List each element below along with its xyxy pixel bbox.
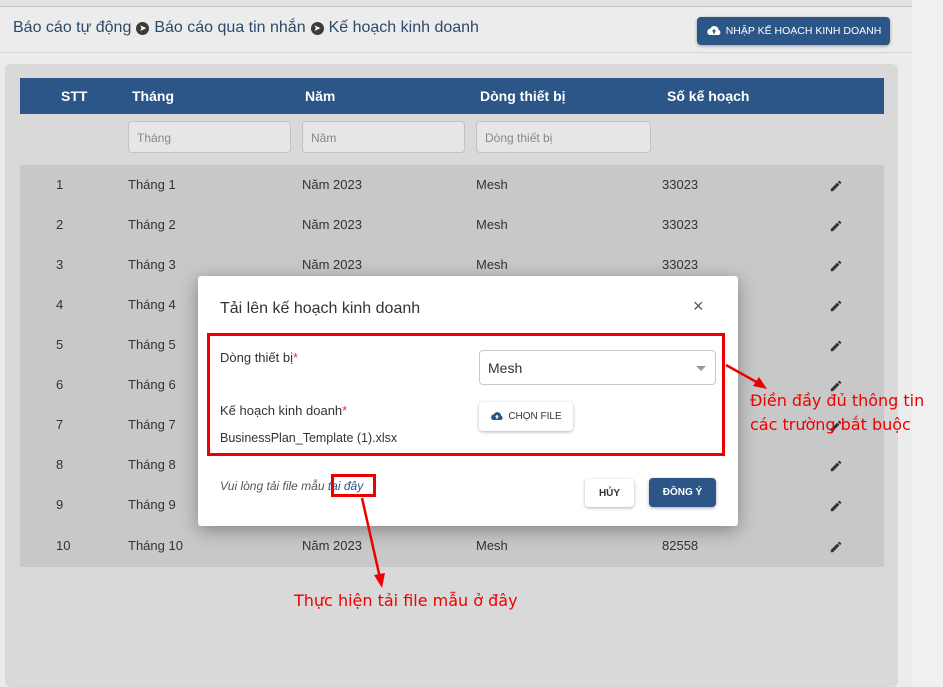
annotation-text-download: Thực hiện tải file mẫu ở đây <box>294 591 518 610</box>
annotation-text-line-2: các trường bắt buộc <box>750 415 911 434</box>
annotation-text-line-1: Điền đầy đủ thông tin <box>750 391 925 410</box>
annotation-arrow-link <box>360 497 385 588</box>
annotation-arrows <box>360 363 767 588</box>
annotation-arrow-fields <box>725 363 767 389</box>
